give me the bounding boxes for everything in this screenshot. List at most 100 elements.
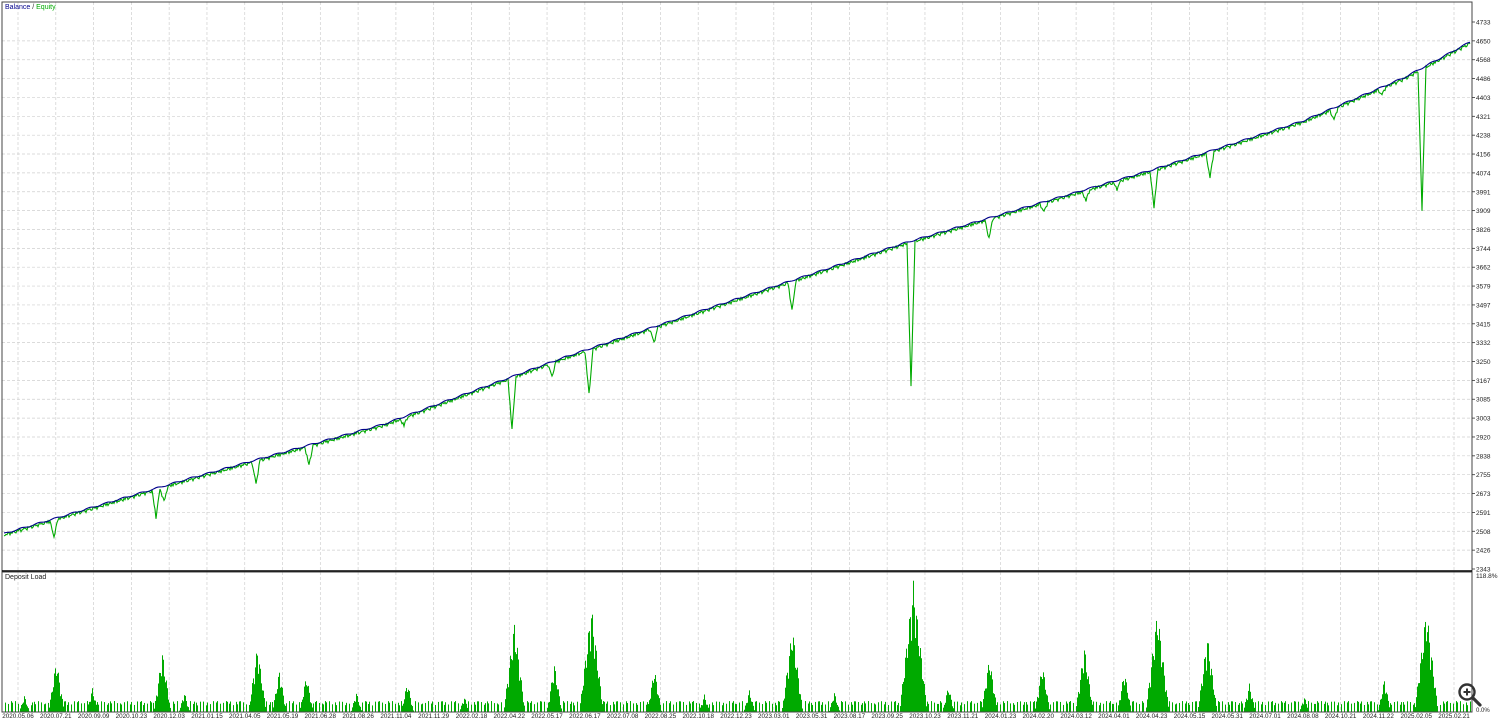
deposit-load-bar [921,658,922,712]
deposit-load-bar [260,669,261,712]
deposit-load-bar [283,696,284,712]
deposit-load-bar [1120,700,1121,712]
deposit-load-bar [121,704,122,712]
deposit-load-bar [520,677,521,712]
deposit-load-bar [58,673,59,712]
deposit-load-bar [1440,705,1441,712]
deposit-load-bar [811,703,812,712]
deposit-load-bar [68,702,69,712]
deposit-load-bar [732,703,733,712]
deposit-load-bar [258,674,259,712]
deposit-load-bar [747,703,748,712]
deposit-load-bar [285,706,286,712]
deposit-load-bar [614,704,615,712]
deposit-load-bar [701,705,702,712]
deposit-load-bar [1129,700,1130,712]
deposit-load-bar [702,705,703,712]
deposit-load-bar [1429,643,1430,712]
deposit-load-bar [559,696,560,712]
deposit-load-bar [891,701,892,712]
deposit-load-bar [61,694,62,712]
deposit-load-bar [696,703,697,712]
deposit-load-bar [305,681,306,712]
deposit-load-bar [851,702,852,712]
deposit-load-bar [445,702,446,712]
deposit-load-bar [1388,701,1389,712]
deposit-load-bar [1027,705,1028,712]
deposit-load-bar [1060,702,1061,712]
deposit-load-bar [1084,651,1085,712]
y-tick-label: 3662 [1476,265,1491,272]
deposit-load-bar [689,701,690,712]
deposit-load-bar [909,619,910,712]
deposit-load-bar [256,654,257,712]
deposit-load-bar [798,678,799,712]
deposit-load-bar [964,704,965,712]
deposit-load-bar [307,686,308,712]
deposit-load-bar [858,702,859,712]
deposit-load-bar [994,694,995,712]
deposit-load-bar [554,666,555,712]
deposit-load-bar [949,695,950,712]
deposit-load-bar [1050,705,1051,712]
deposit-load-bar [161,676,162,712]
y-tick-label: 2508 [1476,529,1491,536]
deposit-load-bar [1166,690,1167,712]
title-equity: Equity [36,4,56,11]
deposit-load-bar [401,701,402,712]
deposit-load-bar [722,705,723,712]
deposit-load-bar [506,689,507,712]
deposit-load-bar [1165,692,1166,712]
deposit-load-bar [296,705,297,712]
deposit-load-bar [653,683,654,712]
y-tick-label: 2591 [1476,510,1491,517]
deposit-load-bar [786,675,787,712]
x-tick-label: 2020.10.23 [116,713,148,720]
deposit-load-bar [787,673,788,712]
deposit-load-bar [527,701,528,712]
deposit-load-bar [646,705,647,712]
deposit-load-bar [1077,698,1078,712]
deposit-load-bar [1419,683,1420,712]
deposit-load-bar [828,701,829,712]
deposit-load-bar [131,702,132,712]
deposit-load-bar [953,708,954,712]
deposit-load-bar [1374,702,1375,712]
deposit-load-bar [1444,704,1445,712]
deposit-load-bar [1118,705,1119,712]
deposit-load-bar [792,651,793,712]
deposit-load-bar [878,702,879,712]
deposit-load-bar [186,701,187,712]
deposit-load-bar [1013,703,1014,712]
x-axis-ticks: 2020.05.062020.07.212020.09.092020.10.23… [2,713,1470,720]
deposit-load-bar [399,705,400,712]
deposit-load-bar [1414,703,1415,712]
deposit-load-bar [5,703,6,712]
deposit-load-bar [501,702,502,712]
deposit-load-bar [464,699,465,712]
deposit-load-bar [249,705,250,712]
deposit-load-bar [670,701,671,712]
deposit-load-bar [415,701,416,712]
deposit-load-bar [1231,701,1232,712]
x-tick-label: 2022.12.23 [720,713,752,720]
deposit-load-bar [326,702,327,712]
deposit-load-bar [428,701,429,712]
deposit-load-bar [1123,681,1124,712]
deposit-load-bar [253,678,254,712]
deposit-load-bar [1421,653,1422,712]
deposit-load-bar [587,654,588,712]
deposit-load-bar [557,689,558,712]
deposit-load-bar [1164,676,1165,712]
deposit-load-bar [300,708,301,712]
deposit-load-bar [1389,707,1390,712]
deposit-load-bar [1246,699,1247,712]
deposit-load-bar [170,708,171,712]
deposit-load-bar [904,678,905,712]
deposit-load-bar [797,668,798,712]
deposit-load-bar [229,704,230,712]
zoom-in-icon[interactable] [1456,681,1484,709]
y-tick-label: 4238 [1476,133,1491,140]
deposit-load-bar [1315,704,1316,712]
x-tick-label: 2023.09.25 [871,713,903,720]
